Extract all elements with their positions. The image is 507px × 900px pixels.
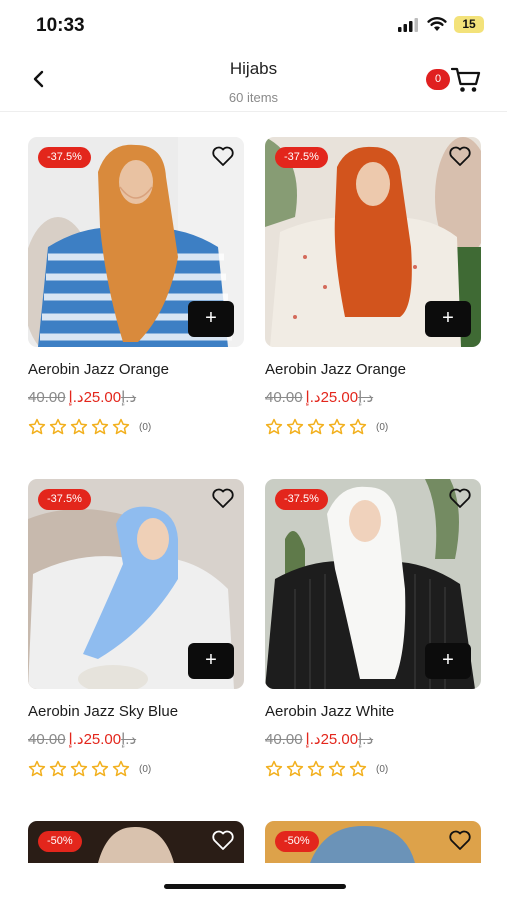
star-outline-icon <box>349 760 367 777</box>
product-name[interactable]: Aerobin Jazz White <box>265 703 481 720</box>
wifi-icon <box>427 17 447 31</box>
stars-group <box>265 418 370 436</box>
product-card[interactable]: -37.5% + Aerobin Jazz Sky Blue 40.00د.إ2… <box>28 479 244 778</box>
product-card[interactable]: -37.5% + Aerobin Jazz Orange 40.00د.إ25.… <box>28 137 244 436</box>
discount-badge: -37.5% <box>38 147 91 168</box>
plus-icon: + <box>442 307 454 329</box>
heart-outline-icon[interactable] <box>211 145 235 167</box>
discount-badge: -37.5% <box>275 489 328 510</box>
status-bar: 10:33 15 <box>0 0 507 50</box>
product-image[interactable]: -50% <box>28 821 244 863</box>
add-to-cart-button[interactable]: + <box>188 643 234 679</box>
heart-outline-icon[interactable] <box>448 487 472 509</box>
product-image[interactable]: -37.5% + <box>28 137 244 347</box>
discount-badge: -50% <box>275 831 319 852</box>
star-rating: (0) <box>265 418 481 436</box>
cellular-signal-icon <box>398 18 418 32</box>
star-outline-icon <box>307 418 325 435</box>
rating-count: (0) <box>139 421 152 433</box>
star-outline-icon <box>28 418 46 435</box>
product-image[interactable]: -50% <box>265 821 481 863</box>
rating-count: (0) <box>376 421 389 433</box>
star-outline-icon <box>70 418 88 435</box>
star-outline-icon <box>328 418 346 435</box>
product-image[interactable]: -37.5% + <box>265 137 481 347</box>
product-name[interactable]: Aerobin Jazz Orange <box>265 361 481 378</box>
star-outline-icon <box>349 418 367 435</box>
star-outline-icon <box>328 760 346 777</box>
star-outline-icon <box>28 760 46 777</box>
battery-icon: 15 <box>454 16 484 33</box>
star-outline-icon <box>112 418 130 435</box>
plus-icon: + <box>442 649 454 671</box>
star-outline-icon <box>286 418 304 435</box>
rating-count: (0) <box>376 763 389 775</box>
star-outline-icon <box>91 760 109 777</box>
add-to-cart-button[interactable]: + <box>188 301 234 337</box>
star-outline-icon <box>49 418 67 435</box>
discount-badge: -37.5% <box>275 147 328 168</box>
star-outline-icon <box>91 418 109 435</box>
star-rating: (0) <box>28 418 244 436</box>
status-time: 10:33 <box>36 15 85 36</box>
heart-outline-icon[interactable] <box>211 487 235 509</box>
product-name[interactable]: Aerobin Jazz Orange <box>28 361 244 378</box>
product-card[interactable]: -37.5% + Aerobin Jazz Orange 40.00د.إ25.… <box>265 137 481 436</box>
sale-price: 25.00د.إ <box>305 731 359 748</box>
product-price: 40.00د.إ25.00د.إ <box>28 388 244 406</box>
star-rating: (0) <box>28 760 244 778</box>
discount-badge: -37.5% <box>38 489 91 510</box>
add-to-cart-button[interactable]: + <box>425 643 471 679</box>
sale-price: 25.00د.إ <box>68 389 122 406</box>
cart-button[interactable]: 0 <box>424 64 484 98</box>
cart-count-badge: 0 <box>426 69 450 90</box>
star-rating: (0) <box>265 760 481 778</box>
sale-price: 25.00د.إ <box>305 389 359 406</box>
shopping-cart-icon <box>451 67 481 92</box>
product-price: 40.00د.إ25.00د.إ <box>28 730 244 748</box>
product-card[interactable]: -50% <box>28 821 244 863</box>
stars-group <box>28 760 133 778</box>
product-card[interactable]: -50% <box>265 821 481 863</box>
star-outline-icon <box>265 760 283 777</box>
heart-outline-icon[interactable] <box>211 829 235 851</box>
product-price: 40.00د.إ25.00د.إ <box>265 388 481 406</box>
rating-count: (0) <box>139 763 152 775</box>
product-image[interactable]: -37.5% + <box>28 479 244 689</box>
home-indicator[interactable] <box>164 884 346 889</box>
sale-price: 25.00د.إ <box>68 731 122 748</box>
product-card[interactable]: -37.5% + Aerobin Jazz White 40.00د.إ25.0… <box>265 479 481 778</box>
plus-icon: + <box>205 307 217 329</box>
plus-icon: + <box>205 649 217 671</box>
star-outline-icon <box>265 418 283 435</box>
stars-group <box>265 760 370 778</box>
product-image[interactable]: -37.5% + <box>265 479 481 689</box>
discount-badge: -50% <box>38 831 82 852</box>
add-to-cart-button[interactable]: + <box>425 301 471 337</box>
stars-group <box>28 418 133 436</box>
star-outline-icon <box>70 760 88 777</box>
product-name[interactable]: Aerobin Jazz Sky Blue <box>28 703 244 720</box>
star-outline-icon <box>286 760 304 777</box>
heart-outline-icon[interactable] <box>448 829 472 851</box>
heart-outline-icon[interactable] <box>448 145 472 167</box>
star-outline-icon <box>49 760 67 777</box>
star-outline-icon <box>307 760 325 777</box>
star-outline-icon <box>112 760 130 777</box>
product-price: 40.00د.إ25.00د.إ <box>265 730 481 748</box>
page-header: Hijabs 60 items 0 <box>0 50 507 112</box>
